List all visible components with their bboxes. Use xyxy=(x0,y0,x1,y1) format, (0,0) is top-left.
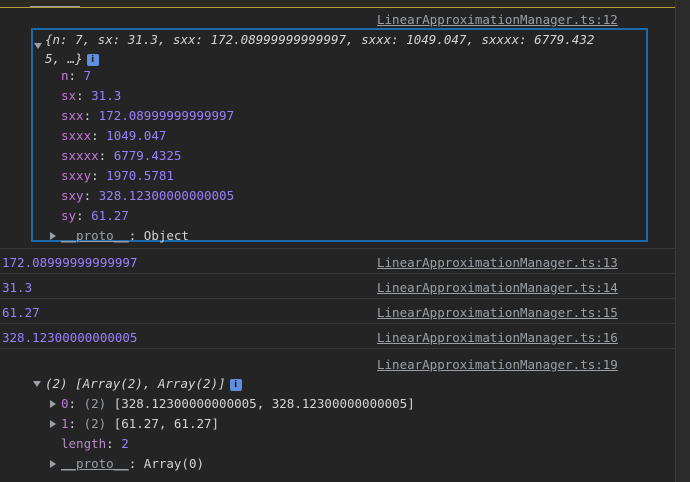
previous-log-warning-row xyxy=(0,0,676,8)
property-row: sxy: 328.12300000000005 xyxy=(61,188,235,203)
property-row: n: 7 xyxy=(61,68,92,83)
length-row: length: 2 xyxy=(61,436,129,451)
console-message: 172.08999999999997 LinearApproximationMa… xyxy=(0,249,676,274)
previous-source-link[interactable] xyxy=(30,0,80,7)
console-message: 328.12300000000005 LinearApproximationMa… xyxy=(0,324,676,349)
property-row: sxxxx: 6779.4325 xyxy=(61,148,182,163)
array-summary[interactable]: (2) [Array(2), Array(2)] i xyxy=(45,376,242,391)
console-message: 61.27 LinearApproximationManager.ts:15 xyxy=(0,299,676,324)
source-link[interactable]: LinearApproximationManager.ts:14 xyxy=(377,280,618,295)
logged-value[interactable]: 172.08999999999997 xyxy=(2,255,137,270)
property-row: sxx: 172.08999999999997 xyxy=(61,108,235,123)
source-link[interactable]: LinearApproximationManager.ts:19 xyxy=(377,357,618,372)
object-summary-wrap: 5, …} i xyxy=(45,51,99,66)
collapse-arrow-icon[interactable] xyxy=(34,43,42,49)
source-link[interactable]: LinearApproximationManager.ts:13 xyxy=(377,255,618,270)
source-link[interactable]: LinearApproximationManager.ts:15 xyxy=(377,305,618,320)
expand-arrow-icon[interactable] xyxy=(50,420,56,428)
object-summary[interactable]: {n: 7, sx: 31.3, sxx: 172.08999999999997… xyxy=(45,32,594,47)
console-message: 31.3 LinearApproximationManager.ts:14 xyxy=(0,274,676,299)
property-row: sxxy: 1970.5781 xyxy=(61,168,174,183)
property-row: sxxx: 1049.047 xyxy=(61,128,167,143)
array-item-row[interactable]: 1: (2) [61.27, 61.27] xyxy=(61,416,219,431)
property-row: sy: 61.27 xyxy=(61,208,129,223)
source-link[interactable]: LinearApproximationManager.ts:12 xyxy=(377,12,618,27)
expand-arrow-icon[interactable] xyxy=(50,400,56,408)
proto-row[interactable]: __proto__: Array(0) xyxy=(61,456,204,471)
property-row: sx: 31.3 xyxy=(61,88,122,103)
proto-row[interactable]: __proto__: Object xyxy=(61,228,189,243)
info-icon[interactable]: i xyxy=(229,379,242,391)
expand-arrow-icon[interactable] xyxy=(50,232,56,240)
console-scrollbar[interactable] xyxy=(675,0,690,482)
expand-arrow-icon[interactable] xyxy=(50,460,56,468)
source-link[interactable]: LinearApproximationManager.ts:16 xyxy=(377,330,618,345)
collapse-arrow-icon[interactable] xyxy=(33,381,41,387)
logged-value[interactable]: 61.27 xyxy=(2,305,40,320)
logged-value[interactable]: 31.3 xyxy=(2,280,32,295)
info-icon[interactable]: i xyxy=(86,54,99,66)
logged-value[interactable]: 328.12300000000005 xyxy=(2,330,137,345)
array-item-row[interactable]: 0: (2) [328.12300000000005, 328.12300000… xyxy=(61,396,415,411)
